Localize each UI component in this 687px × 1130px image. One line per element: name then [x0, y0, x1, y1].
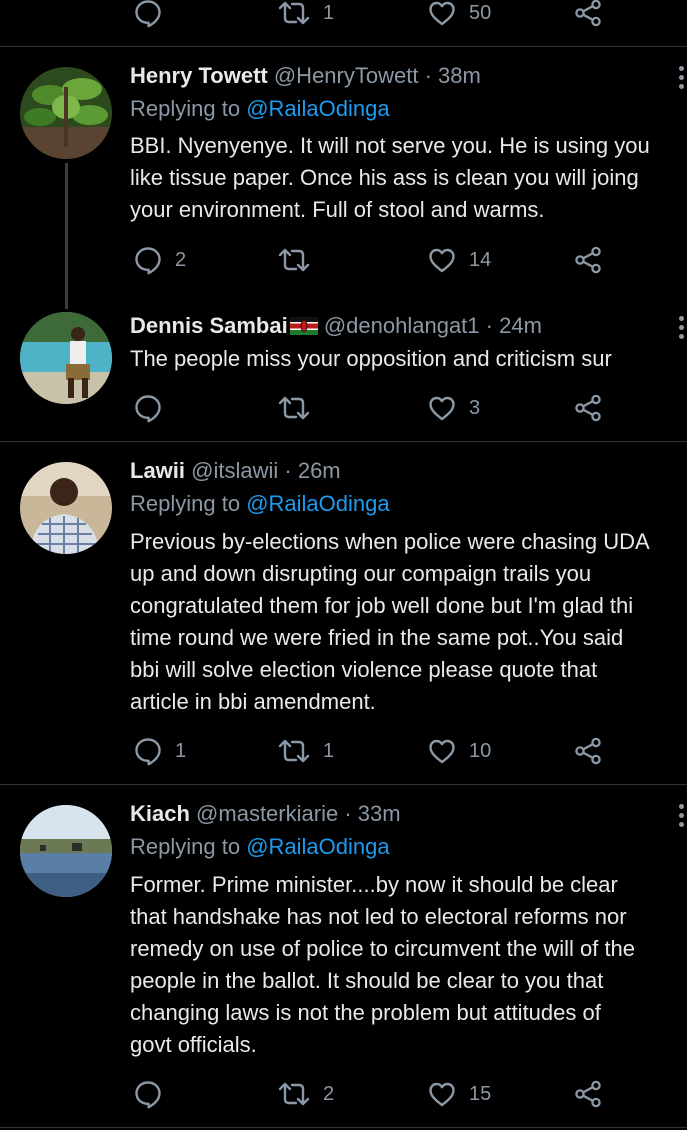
reply-icon [133, 245, 163, 275]
retweet-button[interactable] [277, 242, 323, 278]
user-handle[interactable]: @masterkiarie [196, 801, 338, 826]
like-button[interactable]: 10 [427, 733, 491, 769]
share-button[interactable] [573, 733, 603, 769]
kenya-flag-icon [289, 317, 318, 335]
timestamp[interactable]: · 26m [284, 458, 340, 483]
thread-connector-line [65, 163, 68, 309]
replying-to: Replying to @RailaOdinga [130, 491, 390, 517]
avatar[interactable] [20, 805, 112, 897]
share-icon [573, 393, 603, 423]
tweet-text: The people miss your opposition and crit… [130, 346, 612, 371]
tweet-header: Henry Towett @HenryTowett · 38m [130, 63, 481, 89]
reply-count: 1 [175, 739, 187, 762]
retweet-icon [277, 0, 311, 28]
share-button[interactable] [573, 0, 603, 31]
tweet-actions: 3 [0, 390, 687, 426]
replying-to-handle[interactable]: @RailaOdinga [246, 96, 389, 121]
replying-to-handle[interactable]: @RailaOdinga [246, 834, 389, 859]
like-button[interactable]: 15 [427, 1076, 491, 1112]
timestamp[interactable]: · 24m [486, 313, 542, 338]
heart-icon [427, 0, 457, 28]
replying-to: Replying to @RailaOdinga [130, 96, 390, 122]
reply-button[interactable] [133, 0, 175, 31]
like-button[interactable]: 50 [427, 0, 491, 31]
retweet-count: 1 [323, 1, 335, 24]
replying-to-label: Replying to [130, 834, 241, 859]
timestamp[interactable]: · 33m [344, 801, 400, 826]
more-options-icon[interactable] [679, 804, 687, 831]
tweet-actions: 2 14 [0, 242, 687, 278]
retweet-button[interactable]: 1 [277, 733, 334, 769]
user-handle[interactable]: @itslawii [191, 458, 278, 483]
display-name[interactable]: Henry Towett [130, 63, 268, 88]
reply-button[interactable]: 2 [133, 242, 186, 278]
user-handle[interactable]: @denohlangat1 [324, 313, 480, 338]
like-count: 50 [469, 1, 492, 24]
tweet-text: Former. Prime minister....by now it shou… [130, 872, 636, 1057]
tweet-header: Lawii @itslawii · 26m [130, 458, 341, 484]
reply-icon [133, 393, 163, 423]
heart-icon [427, 245, 457, 275]
share-icon [573, 736, 603, 766]
like-count: 3 [469, 396, 481, 419]
tweet-header: Kiach @masterkiarie · 33m [130, 801, 401, 827]
retweet-icon [277, 1079, 311, 1109]
share-icon [573, 0, 603, 28]
reply-button[interactable]: 1 [133, 733, 186, 769]
retweet-button[interactable] [277, 390, 323, 426]
more-options-icon[interactable] [679, 316, 687, 343]
more-options-icon[interactable] [679, 66, 687, 93]
heart-icon [427, 393, 457, 423]
replying-to-handle[interactable]: @RailaOdinga [246, 491, 389, 516]
reply-button[interactable] [133, 390, 175, 426]
retweet-button[interactable]: 1 [277, 0, 334, 31]
retweet-icon [277, 393, 311, 423]
reply-icon [133, 1079, 163, 1109]
like-count: 10 [469, 739, 492, 762]
display-name[interactable]: Dennis Sambai [130, 313, 288, 338]
divider [0, 46, 687, 47]
share-icon [573, 245, 603, 275]
display-name[interactable]: Kiach [130, 801, 190, 826]
heart-icon [427, 1079, 457, 1109]
replying-to-label: Replying to [130, 491, 241, 516]
like-count: 14 [469, 248, 492, 271]
divider [0, 441, 687, 442]
replying-to: Replying to @RailaOdinga [130, 834, 390, 860]
retweet-icon [277, 736, 311, 766]
share-button[interactable] [573, 1076, 603, 1112]
user-handle[interactable]: @HenryTowett [274, 63, 419, 88]
tweet-header: Dennis Sambai @denohlangat1 · 24m [130, 313, 542, 339]
tweet-actions: 1 1 10 [0, 733, 687, 769]
retweet-count: 2 [323, 1082, 335, 1105]
reply-button[interactable] [133, 1076, 175, 1112]
share-button[interactable] [573, 242, 603, 278]
share-button[interactable] [573, 390, 603, 426]
top-tweet-actions: 1 50 [0, 0, 687, 31]
replying-to-label: Replying to [130, 96, 241, 121]
timestamp[interactable]: · 38m [425, 63, 481, 88]
reply-icon [133, 0, 163, 28]
like-count: 15 [469, 1082, 492, 1105]
display-name[interactable]: Lawii [130, 458, 185, 483]
like-button[interactable]: 3 [427, 390, 480, 426]
avatar[interactable] [20, 462, 112, 554]
retweet-count: 1 [323, 739, 335, 762]
tweet-actions: 2 15 [0, 1076, 687, 1112]
reply-count: 2 [175, 248, 187, 271]
divider [0, 1127, 687, 1128]
reply-icon [133, 736, 163, 766]
avatar[interactable] [20, 67, 112, 159]
share-icon [573, 1079, 603, 1109]
heart-icon [427, 736, 457, 766]
tweet-text: BBI. Nyenyenye. It will not serve you. H… [130, 133, 650, 222]
retweet-icon [277, 245, 311, 275]
like-button[interactable]: 14 [427, 242, 491, 278]
divider [0, 784, 687, 785]
retweet-button[interactable]: 2 [277, 1076, 334, 1112]
tweet-text: Previous by-elections when police were c… [130, 529, 650, 714]
